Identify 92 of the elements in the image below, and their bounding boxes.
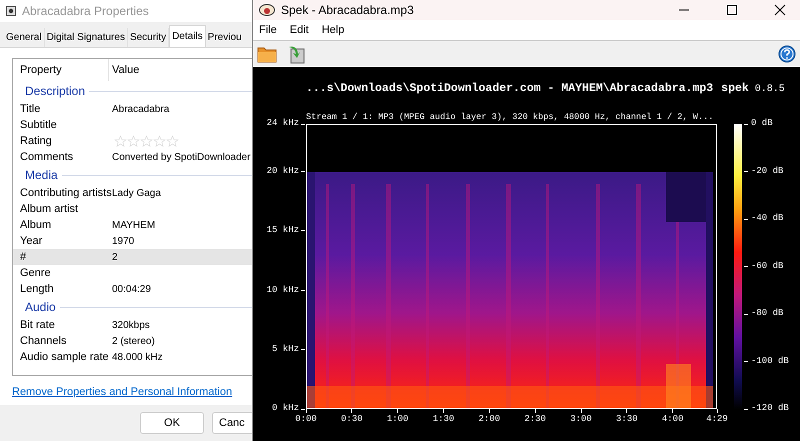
decibel-label: 0 dB — [751, 117, 773, 130]
star-icon — [166, 134, 179, 148]
dialog-button[interactable]: Canc — [212, 412, 252, 434]
star-icon — [153, 134, 166, 148]
property-value: 1970 — [111, 234, 134, 248]
version-text: 0.8.5 — [754, 83, 785, 97]
property-value: 2 (stereo) — [111, 334, 155, 348]
property-row[interactable]: Length 00:04:29 — [13, 281, 252, 297]
property-name: Year — [19, 234, 44, 249]
property-name: Length — [19, 282, 55, 297]
property-value: 320kbps — [111, 318, 150, 332]
frequency-label: 20 kHz — [266, 164, 299, 178]
folder-icon[interactable] — [257, 45, 277, 63]
time-label: 2:30 — [524, 413, 546, 426]
frequency-label: 15 kHz — [266, 224, 299, 238]
frequency-label: 5 kHz — [272, 342, 299, 356]
property-name: Rating — [19, 134, 53, 149]
star-icon — [114, 134, 127, 148]
frequency-label: 0 kHz — [272, 402, 299, 415]
property-row[interactable]: Channels 2 (stereo) — [13, 333, 252, 349]
time-label: 0:30 — [341, 413, 363, 426]
column-header[interactable]: Value — [109, 62, 140, 78]
window-title: Abracadabra Properties — [22, 3, 149, 20]
tab[interactable]: Details — [169, 25, 206, 47]
frequency-label: 10 kHz — [266, 284, 299, 296]
group-header: Media — [25, 167, 58, 184]
property-row[interactable]: Contributing artistsLady Gaga — [13, 185, 252, 201]
property-row[interactable]: Album artist — [13, 201, 252, 217]
time-label: 1:00 — [386, 413, 408, 426]
property-name: Comments — [19, 150, 74, 165]
property-row[interactable]: Rating — [13, 133, 252, 149]
property-name: Contributing artists — [19, 186, 109, 201]
property-row[interactable]: Title Abracadabra — [13, 101, 252, 117]
file-path: ...s\Downloads\SpotiDownloader.com - MAYHEM\Abracadabra.mp3 — [306, 81, 714, 97]
property-name: Album artist — [19, 202, 80, 217]
tab[interactable]: General — [4, 28, 45, 47]
app-name: spek — [721, 81, 749, 97]
property-value: 2 — [111, 250, 118, 264]
property-name: Subtitle — [19, 118, 58, 133]
save-icon[interactable] — [287, 44, 305, 64]
time-label: 4:29 — [706, 413, 728, 426]
property-name: Bit rate — [19, 318, 56, 333]
decibel-label: -80 dB — [751, 307, 784, 320]
close-icon[interactable] — [774, 4, 786, 16]
property-value: 00:04:29 — [111, 282, 151, 296]
property-value: Abracadabra — [111, 102, 170, 116]
star-icon — [127, 134, 140, 148]
property-row[interactable]: # 2 — [13, 249, 252, 265]
time-label: 0:00 — [295, 413, 317, 426]
property-name: Title — [19, 102, 42, 117]
property-value: 48.000 kHz — [111, 350, 163, 364]
maximize-icon[interactable] — [726, 4, 738, 16]
decibel-label: -120 dB — [751, 402, 789, 416]
time-label: 3:30 — [616, 413, 638, 426]
decibel-label: -20 dB — [751, 164, 784, 178]
property-row[interactable]: Year 1970 — [13, 233, 252, 249]
window-title: Spek - Abracadabra.mp3 — [281, 2, 414, 19]
group-header: Audio — [25, 299, 56, 316]
frequency-label: 24 kHz — [266, 117, 299, 130]
property-name: Album — [19, 218, 52, 233]
time-label: 1:30 — [432, 413, 454, 426]
time-label: 3:00 — [570, 413, 592, 426]
stream-info: Stream 1 / 1: MP3 (MPEG audio layer 3), 320 kbps, 48000 Hz, channel 1 / 2, W... — [306, 112, 714, 122]
property-row[interactable]: Genre — [13, 265, 252, 281]
decibel-label: -60 dB — [751, 260, 784, 273]
time-label: 2:00 — [478, 413, 500, 426]
time-label: 4:00 — [662, 413, 684, 426]
menu-item[interactable]: Edit — [290, 22, 309, 38]
tab[interactable]: Digital Signatures — [44, 28, 128, 47]
property-name: Channels — [19, 334, 68, 349]
property-name: Genre — [19, 266, 52, 281]
property-row[interactable]: Album MAYHEM — [13, 217, 252, 233]
star-icon — [140, 134, 153, 148]
disc-icon — [6, 6, 16, 16]
property-value: MAYHEM — [111, 218, 156, 232]
column-header[interactable]: Property — [13, 59, 109, 81]
menu-item[interactable]: File — [259, 22, 277, 38]
property-row[interactable]: Comments Converted by SpotiDownloader — [13, 149, 252, 165]
help-icon[interactable] — [778, 45, 796, 63]
property-name: Audio sample rate — [19, 350, 109, 365]
property-name: # — [19, 250, 28, 265]
property-row[interactable]: Bit rate 320kbps — [13, 317, 252, 333]
decibel-label: -100 dB — [751, 354, 789, 368]
group-header: Description — [25, 83, 86, 100]
property-row[interactable]: Audio sample rate 48.000 kHz — [13, 349, 252, 365]
menu-item[interactable]: Help — [322, 22, 344, 38]
property-value: Converted by SpotiDownloader — [111, 150, 250, 164]
tab[interactable]: Security — [128, 28, 170, 47]
remove-properties-link[interactable]: Remove Properties and Personal Information — [12, 384, 252, 400]
dialog-button[interactable]: OK — [140, 412, 204, 434]
decibel-label: -40 dB — [751, 212, 784, 226]
property-row[interactable]: Subtitle — [13, 117, 252, 133]
